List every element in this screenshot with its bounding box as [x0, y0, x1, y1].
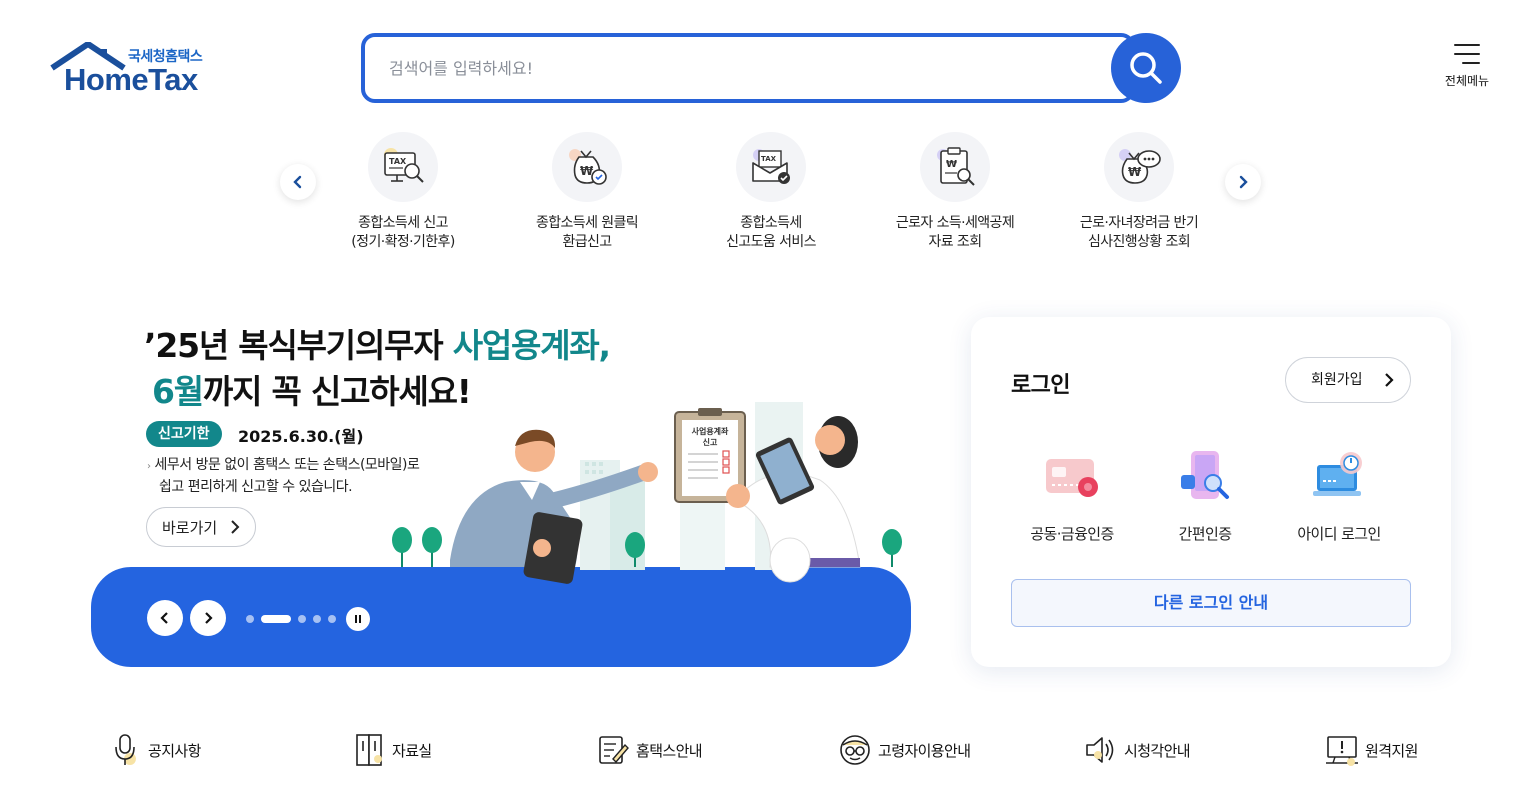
chevron-right-icon — [1239, 175, 1248, 189]
hamburger-icon — [1454, 44, 1480, 64]
chevron-right-icon — [205, 612, 213, 624]
deadline-date: 2025.6.30.(월) — [238, 427, 364, 446]
quick-services-prev-button[interactable] — [280, 164, 316, 200]
footer-link-label: 자료실 — [392, 741, 432, 760]
quick-service-incentive-status[interactable]: ₩ 근로·자녀장려금 반기 심사진행상황 조회 — [1054, 132, 1224, 252]
banner-title-highlight: 6월 — [152, 372, 204, 411]
join-label: 회원가입 — [1311, 372, 1363, 388]
money-bag-chat-icon: ₩ — [1104, 132, 1174, 202]
banner-go-button[interactable]: 바로가기 — [146, 507, 256, 547]
banner-go-label: 바로가기 — [162, 518, 218, 537]
archive-icon — [352, 733, 386, 767]
search-icon — [1130, 52, 1162, 84]
banner-next-button[interactable] — [190, 600, 226, 636]
search-input[interactable] — [389, 52, 1069, 84]
quick-service-label: 종합소득세 신고 (정기·확정·기한후) — [351, 215, 455, 250]
search-box — [361, 33, 1135, 103]
deadline-badge: 신고기한 — [146, 421, 222, 447]
quick-service-label: 근로·자녀장려금 반기 심사진행상황 조회 — [1079, 215, 1199, 250]
clipboard-text: 신고 — [703, 437, 718, 447]
notepad-pen-icon — [596, 733, 630, 767]
login-option-label: 아이디 로그인 — [1297, 525, 1381, 543]
footer-link-label: 고령자이용안내 — [878, 741, 971, 760]
footer-link-remote-support[interactable]: 원격지원 — [1325, 732, 1418, 768]
banner-description: › 세무서 방문 없이 홈택스 또는 손택스(모바일)로 쉽고 편리하게 신고할 … — [147, 455, 420, 497]
money-bag-check-icon: ₩ — [552, 132, 622, 202]
footer-link-archive[interactable]: 자료실 — [352, 732, 432, 768]
join-button[interactable]: 회원가입 — [1285, 357, 1411, 403]
speaker-icon — [1084, 733, 1118, 767]
banner-pause-button[interactable] — [346, 607, 370, 631]
quick-service-report-help[interactable]: TAX 종합소득세 신고도움 서비스 — [686, 132, 856, 252]
hometax-logo[interactable]: 국세청홈택스 HomeTax — [50, 42, 215, 98]
chevron-right-icon — [231, 520, 240, 534]
quick-services-next-button[interactable] — [1225, 164, 1261, 200]
footer-link-audiovisual[interactable]: 시청각안내 — [1084, 732, 1191, 768]
login-option-label: 공동·금융인증 — [1030, 525, 1114, 543]
banner-title-highlight: 사업용계좌, — [452, 326, 611, 365]
banner-title-part: ’25년 복식부기의무자 — [144, 326, 453, 365]
footer-link-label: 공지사항 — [148, 741, 201, 760]
slide-indicator-dot[interactable] — [328, 615, 336, 623]
search-button[interactable] — [1111, 33, 1181, 103]
login-option-label: 간편인증 — [1178, 525, 1232, 543]
login-title: 로그인 — [1011, 373, 1071, 398]
svg-text:TAX: TAX — [761, 155, 777, 163]
banner-desc-line2: 쉽고 편리하게 신고할 수 있습니다. — [159, 479, 353, 495]
brand-name: HomeTax — [64, 62, 198, 97]
phone-search-icon — [1173, 445, 1237, 509]
footer-link-guide[interactable]: 홈택스안내 — [596, 732, 703, 768]
footer-link-elderly-guide[interactable]: 고령자이용안내 — [838, 732, 971, 768]
tax-monitor-search-icon: TAX — [368, 132, 438, 202]
all-menu-label: 전체메뉴 — [1444, 74, 1490, 88]
other-login-guide-button[interactable]: 다른 로그인 안내 — [1011, 579, 1411, 627]
chevron-right-icon — [1385, 373, 1394, 387]
certificate-card-icon — [1040, 445, 1104, 509]
cert-login-option[interactable]: 공동·금융인증 — [1012, 445, 1132, 544]
chevron-left-icon — [160, 612, 168, 624]
remote-monitor-icon — [1325, 733, 1359, 767]
svg-text:TAX: TAX — [389, 157, 407, 166]
login-panel: 로그인 회원가입 공동·금융인증 간편인증 아이디 로그인 다른 로그인 안내 — [971, 317, 1451, 667]
bullet-arrow-icon: › — [147, 461, 151, 472]
slide-indicator-dot[interactable] — [298, 615, 306, 623]
quick-service-label: 근로자 소득·세액공제 자료 조회 — [895, 215, 1015, 250]
footer-link-label: 시청각안내 — [1124, 741, 1191, 760]
all-menu-button[interactable]: 전체메뉴 — [1438, 44, 1496, 89]
svg-text:₩: ₩ — [1128, 165, 1142, 179]
simple-auth-option[interactable]: 간편인증 — [1145, 445, 1265, 544]
elderly-glasses-icon — [838, 733, 872, 767]
banner-illustration: 사업용계좌 신고 — [392, 402, 902, 584]
quick-service-deduction-lookup[interactable]: ₩ 근로자 소득·세액공제 자료 조회 — [870, 132, 1040, 252]
footer-link-notice[interactable]: 공지사항 — [108, 732, 201, 768]
slide-indicator-dot-active[interactable] — [261, 615, 291, 623]
slide-indicator-dot[interactable] — [246, 615, 254, 623]
tax-envelope-check-icon: TAX — [736, 132, 806, 202]
clipboard-text: 사업용계좌 — [692, 426, 729, 436]
footer-link-label: 원격지원 — [1365, 741, 1418, 760]
svg-text:₩: ₩ — [946, 159, 957, 170]
chevron-left-icon — [293, 175, 302, 189]
quick-service-label: 종합소득세 신고도움 서비스 — [726, 215, 816, 250]
id-login-option[interactable]: 아이디 로그인 — [1279, 445, 1399, 544]
banner-prev-button[interactable] — [147, 600, 183, 636]
quick-service-income-tax-report[interactable]: TAX 종합소득세 신고 (정기·확정·기한후) — [318, 132, 488, 252]
pause-icon — [355, 615, 361, 623]
footer-link-label: 홈택스안내 — [636, 741, 703, 760]
slide-indicator-dot[interactable] — [313, 615, 321, 623]
document-won-search-icon: ₩ — [920, 132, 990, 202]
quick-service-label: 종합소득세 원클릭 환급신고 — [535, 215, 639, 250]
quick-service-one-click-refund[interactable]: ₩ 종합소득세 원클릭 환급신고 — [502, 132, 672, 252]
microphone-icon — [108, 733, 142, 767]
laptop-power-icon — [1307, 445, 1371, 509]
